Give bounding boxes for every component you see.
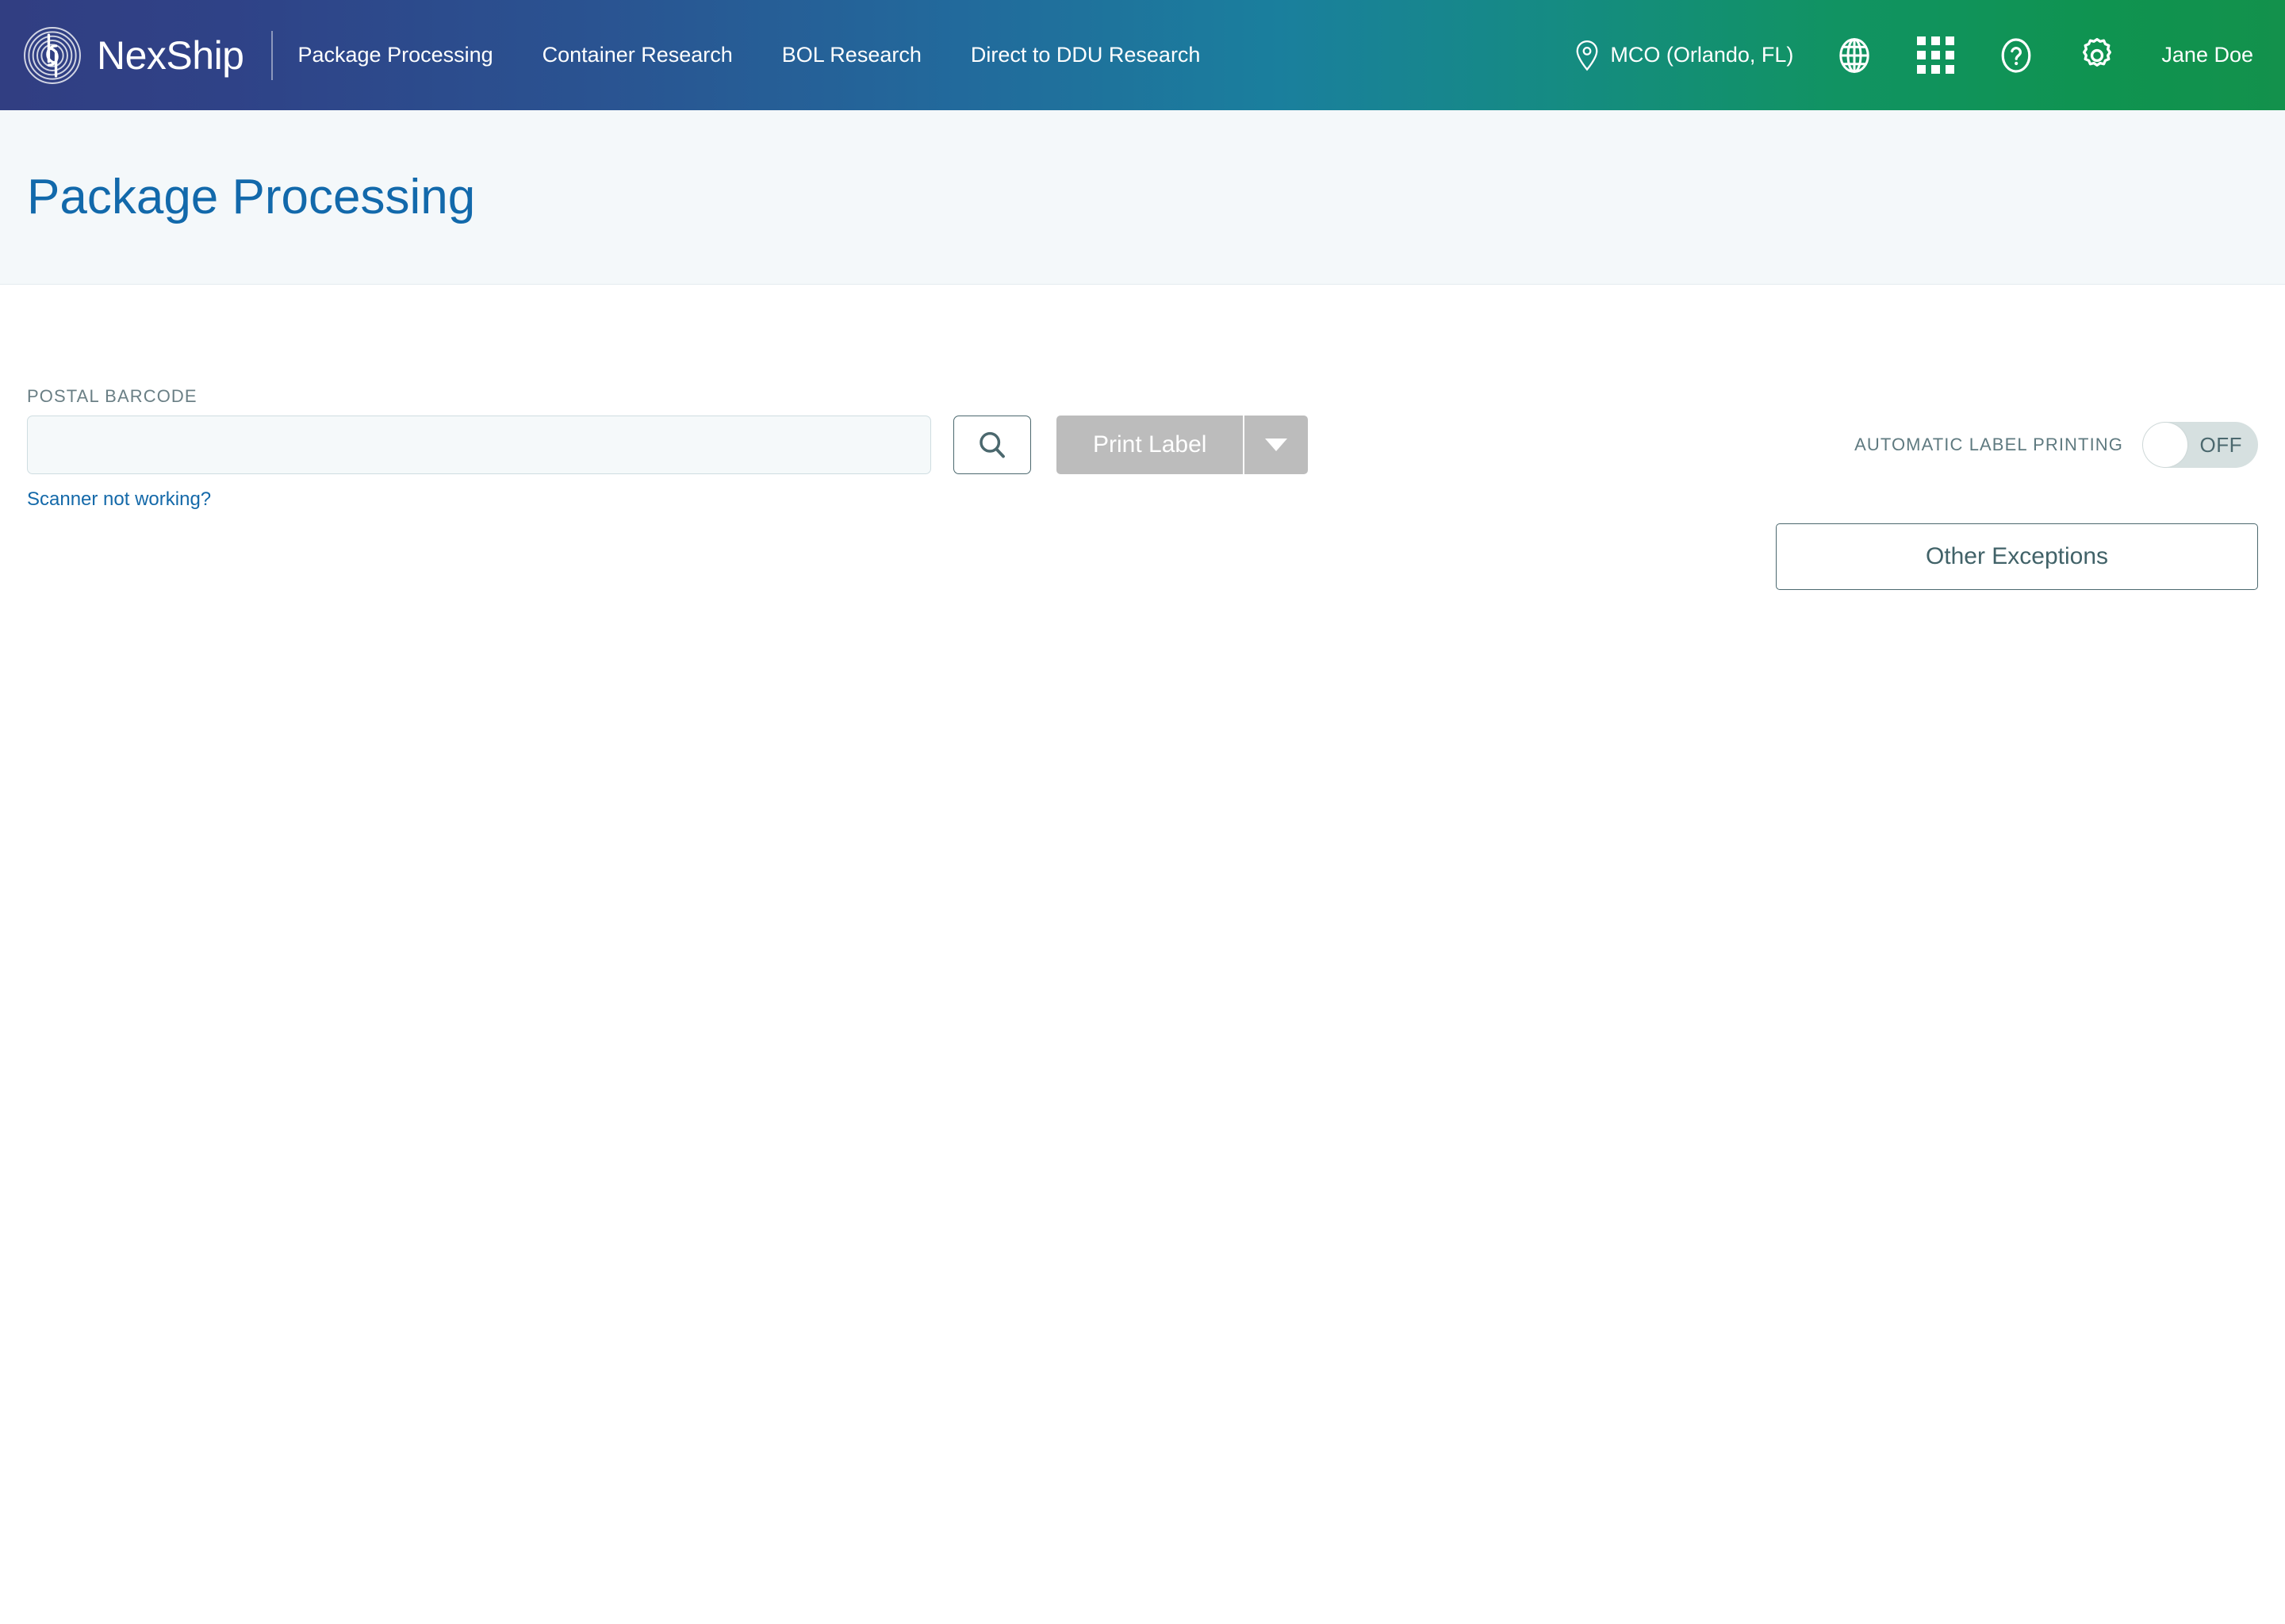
gear-icon	[2083, 37, 2112, 67]
toggle-knob	[2143, 423, 2187, 467]
location-label: MCO (Orlando, FL)	[1610, 43, 1794, 67]
user-menu[interactable]: Jane Doe	[2161, 43, 2253, 67]
print-label-button[interactable]: Print Label	[1056, 416, 1244, 474]
main-content: POSTAL BARCODE Scanner not working? Prin…	[0, 285, 2285, 590]
header-right-cluster: MCO (Orlando, FL) Jane Doe	[1574, 0, 2285, 110]
globe-icon	[1839, 37, 1870, 73]
barcode-label: POSTAL BARCODE	[27, 386, 197, 406]
automatic-label-printing-row: AUTOMATIC LABEL PRINTING OFF	[1776, 416, 2258, 474]
page-title-band: Package Processing	[0, 110, 2285, 285]
postal-barcode-input[interactable]	[27, 416, 931, 474]
nav-item-package-processing[interactable]: Package Processing	[298, 44, 493, 66]
brand-logo-link[interactable]: NexShip	[0, 25, 244, 86]
chevron-down-icon	[1265, 439, 1288, 451]
page-title: Package Processing	[27, 169, 476, 224]
label-printing-options: AUTOMATIC LABEL PRINTING OFF Other Excep…	[1776, 388, 2258, 590]
nexship-fingerprint-logo	[24, 26, 81, 84]
globe-button[interactable]	[1830, 31, 1879, 80]
brand-name: NexShip	[97, 33, 244, 78]
automatic-label-printing-label: AUTOMATIC LABEL PRINTING	[1854, 435, 2123, 454]
help-circle-icon	[2002, 37, 2031, 73]
settings-button[interactable]	[2072, 31, 2122, 80]
print-label-dropdown-button[interactable]	[1243, 416, 1309, 474]
search-icon	[980, 431, 1005, 458]
nav-item-container-research[interactable]: Container Research	[542, 44, 733, 66]
toggle-state-label: OFF	[2199, 433, 2242, 457]
search-button[interactable]	[953, 416, 1031, 474]
help-button[interactable]	[1992, 31, 2041, 80]
app-header: NexShip Package Processing Container Res…	[0, 0, 2285, 110]
nav-item-direct-to-ddu-research[interactable]: Direct to DDU Research	[971, 44, 1201, 66]
nav-item-bol-research[interactable]: BOL Research	[782, 44, 922, 66]
brand-divider	[270, 30, 273, 80]
location-selector[interactable]: MCO (Orlando, FL)	[1574, 40, 1793, 71]
apps-grid-icon	[1916, 36, 1954, 74]
other-exceptions-button[interactable]: Other Exceptions	[1776, 523, 2258, 590]
barcode-field-group: POSTAL BARCODE Scanner not working?	[27, 388, 931, 509]
automatic-label-printing-toggle[interactable]: OFF	[2142, 422, 2258, 468]
scanner-not-working-link[interactable]: Scanner not working?	[27, 490, 211, 509]
location-pin-icon	[1576, 40, 1598, 71]
print-label-button-group: Print Label	[1056, 416, 1309, 474]
main-navigation: Package Processing Container Research BO…	[298, 0, 1574, 110]
apps-grid-button[interactable]	[1911, 31, 1960, 80]
